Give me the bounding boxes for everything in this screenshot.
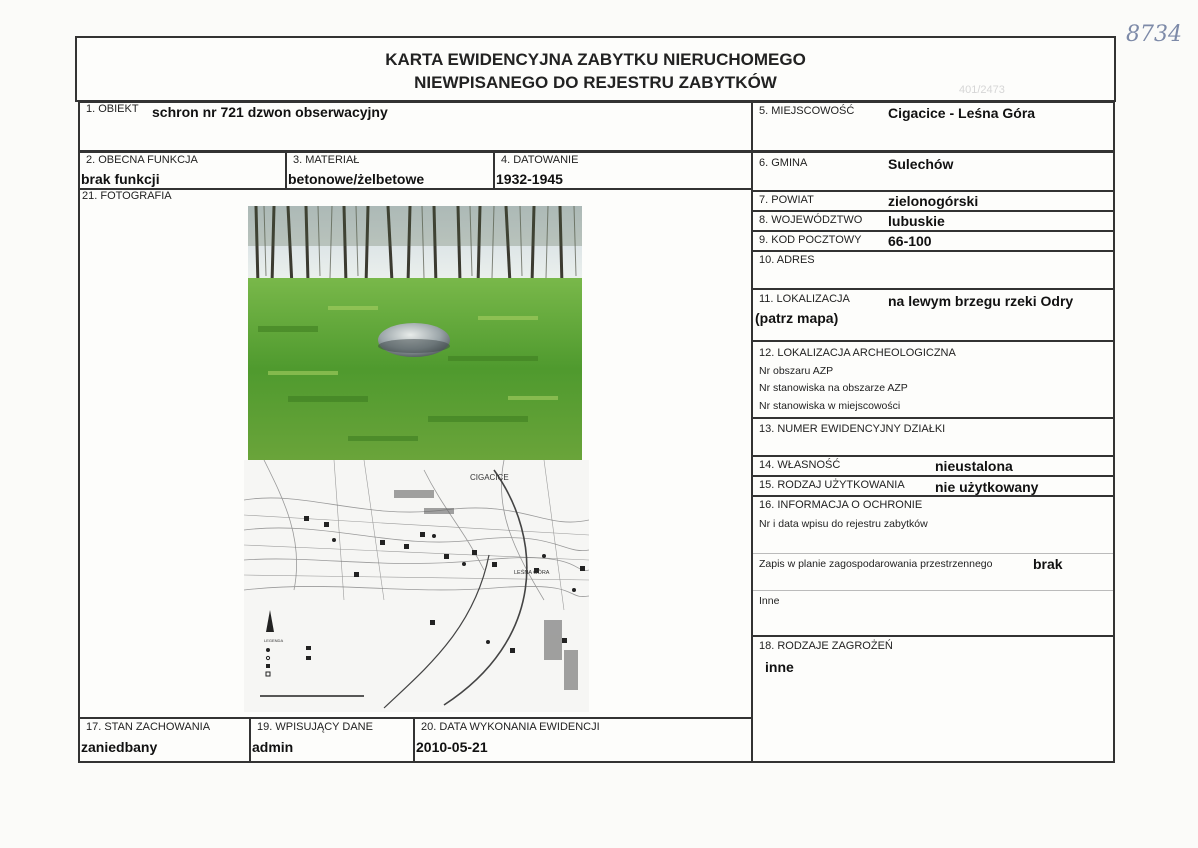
field-datowanie: 4. DATOWANIE 1932-1945 — [493, 151, 753, 190]
field-data: 20. DATA WYKONANIA EWIDENCJI 2010-05-21 — [413, 717, 753, 763]
value-uzytkowanie: nie użytkowany — [935, 479, 1039, 495]
title-line-1: KARTA EWIDENCYJNA ZABYTKU NIERUCHOMEGO — [385, 50, 806, 69]
label-obiekt: 1. OBIEKT — [86, 103, 139, 115]
field-stan: 17. STAN ZACHOWANIA zaniedbany — [78, 717, 251, 763]
photo-bunker — [248, 206, 582, 460]
field-adres: 10. ADRES — [751, 250, 1115, 290]
value-zagrozenia: inne — [765, 659, 794, 675]
field-lokalizacja: 11. LOKALIZACJA na lewym brzegu rzeki Od… — [751, 288, 1115, 342]
ochrona-divider-1 — [753, 553, 1113, 554]
label-dzialka: 13. NUMER EWIDENCYJNY DZIAŁKI — [759, 423, 946, 435]
field-ochrona: 16. INFORMACJA O OCHRONIE Nr i data wpis… — [751, 495, 1115, 637]
value-data: 2010-05-21 — [416, 739, 488, 755]
field-funkcja: 2. OBECNA FUNKCJA brak funkcji — [78, 151, 287, 190]
ochrona-line-3: Inne — [759, 595, 780, 607]
label-wlasnosc: 14. WŁASNOŚĆ — [759, 459, 841, 471]
label-powiat: 7. POWIAT — [759, 194, 814, 206]
ochrona-divider-2 — [753, 590, 1113, 591]
label-ochrona: 16. INFORMACJA O OCHRONIE — [759, 499, 923, 511]
map-place-label: LEŚNA GÓRA — [514, 568, 550, 576]
value-wpisujacy: admin — [252, 739, 294, 755]
ochrona-line-2: Zapis w planie zagospodarowania przestrz… — [759, 558, 993, 570]
label-zagrozenia: 18. RODZAJE ZAGROŻEŃ — [759, 640, 893, 652]
field-wpisujacy: 19. WPISUJĄCY DANE admin — [249, 717, 415, 763]
location-map: CIGACICE LEŚNA GÓRA LEGENDA — [244, 460, 589, 712]
label-uzytkowanie: 15. RODZAJ UŻYTKOWANIA — [759, 479, 905, 491]
label-adres: 10. ADRES — [759, 254, 815, 266]
label-datowanie: 4. DATOWANIE — [501, 154, 579, 166]
field-miejscowosc: 5. MIEJSCOWOŚĆ Cigacice - Leśna Góra — [751, 101, 1115, 152]
field-archeo: 12. LOKALIZACJA ARCHEOLOGICZNA Nr obszar… — [751, 340, 1115, 419]
value-material: betonowe/żelbetowe — [288, 171, 425, 187]
field-zagrozenia: 18. RODZAJE ZAGROŻEŃ inne — [751, 635, 1115, 763]
archeo-line-3: Nr stanowiska w miejscowości — [759, 400, 901, 412]
field-powiat: 7. POWIAT zielonogórski — [751, 190, 1115, 212]
value-funkcja: brak funkcji — [81, 171, 160, 187]
field-dzialka: 13. NUMER EWIDENCYJNY DZIAŁKI — [751, 417, 1115, 457]
handwritten-number: 8734 — [1126, 22, 1182, 47]
label-material: 3. MATERIAŁ — [293, 154, 360, 166]
field-kod: 9. KOD POCZTOWY 66-100 — [751, 230, 1115, 252]
map-town-label: CIGACICE — [470, 473, 509, 482]
archeo-line-1: Nr obszaru AZP — [759, 365, 834, 377]
field-wlasnosc: 14. WŁASNOŚĆ nieustalona — [751, 455, 1115, 477]
label-wojewodztwo: 8. WOJEWÓDZTWO — [759, 214, 863, 226]
archeo-line-2: Nr stanowiska na obszarze AZP — [759, 382, 908, 394]
label-kod: 9. KOD POCZTOWY — [759, 234, 862, 246]
header-box: 401/2473 KARTA EWIDENCYJNA ZABYTKU NIERU… — [75, 36, 1116, 102]
label-archeo: 12. LOKALIZACJA ARCHEOLOGICZNA — [759, 347, 956, 359]
field-uzytkowanie: 15. RODZAJ UŻYTKOWANIA nie użytkowany — [751, 475, 1115, 497]
value-miejscowosc: Cigacice - Leśna Góra — [888, 105, 1036, 121]
label-lokalizacja: 11. LOKALIZACJA — [759, 293, 850, 305]
field-obiekt: 1. OBIEKT schron nr 721 dzwon obserwacyj… — [78, 101, 753, 152]
field-gmina: 6. GMINA Sulechów — [751, 151, 1115, 192]
label-miejscowosc: 5. MIEJSCOWOŚĆ — [759, 105, 855, 117]
label-fotografia: 21. FOTOGRAFIA — [82, 190, 172, 202]
ochrona-line-1: Nr i data wpisu do rejestru zabytków — [759, 518, 928, 530]
value-obiekt: schron nr 721 dzwon obserwacyjny — [152, 104, 388, 120]
value-wojewodztwo: lubuskie — [888, 213, 945, 229]
title-line-2: NIEWPISANEGO DO REJESTRU ZABYTKÓW — [414, 73, 777, 92]
field-material: 3. MATERIAŁ betonowe/żelbetowe — [285, 151, 495, 190]
value-wlasnosc: nieustalona — [935, 458, 1013, 474]
value-kod: 66-100 — [888, 233, 932, 249]
map-legend-title: LEGENDA — [264, 638, 283, 643]
field-wojewodztwo: 8. WOJEWÓDZTWO lubuskie — [751, 210, 1115, 232]
label-data: 20. DATA WYKONANIA EWIDENCJI — [421, 721, 600, 733]
value-gmina: Sulechów — [888, 156, 954, 172]
value-lokalizacja-2: (patrz mapa) — [755, 310, 839, 326]
label-gmina: 6. GMINA — [759, 157, 808, 169]
label-funkcja: 2. OBECNA FUNKCJA — [86, 154, 198, 166]
value-datowanie: 1932-1945 — [496, 171, 563, 187]
label-wpisujacy: 19. WPISUJĄCY DANE — [257, 721, 373, 733]
value-powiat: zielonogórski — [888, 193, 979, 209]
value-lokalizacja: na lewym brzegu rzeki Odry — [888, 293, 1074, 309]
ochrona-line-2-value: brak — [1033, 556, 1063, 572]
field-fotografia: 21. FOTOGRAFIA CIGACICE LEŚNA GÓRA LEGEN… — [78, 188, 753, 719]
value-stan: zaniedbany — [81, 739, 158, 755]
label-stan: 17. STAN ZACHOWANIA — [86, 721, 211, 733]
